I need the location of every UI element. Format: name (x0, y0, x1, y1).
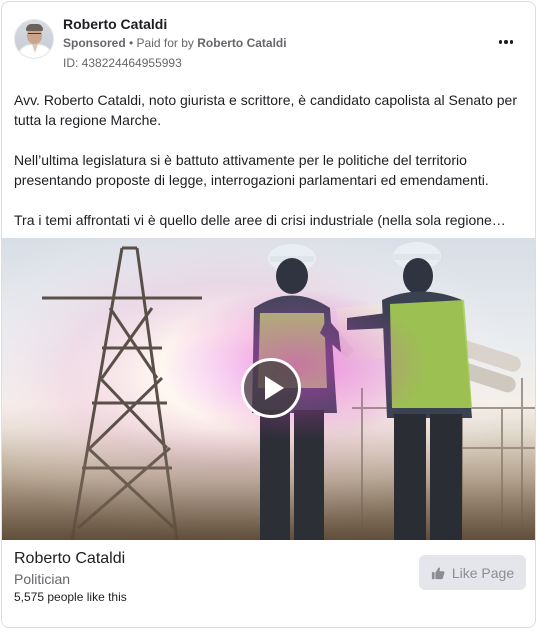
thumbs-up-icon (431, 567, 445, 579)
post-header: Roberto Cataldi Sponsored • Paid for by … (2, 2, 535, 82)
more-dots-icon (498, 40, 503, 44)
ad-id: ID: 438224464955993 (63, 56, 182, 70)
post-paragraph: Nell’ultima legislatura si è battuto att… (14, 152, 489, 188)
play-icon (265, 376, 284, 400)
post-paragraph: Tra i temi affrontati vi è quello delle … (14, 212, 506, 228)
more-options-button[interactable] (493, 32, 519, 52)
page-name[interactable]: Roberto Cataldi (14, 550, 125, 568)
play-button[interactable] (241, 358, 301, 418)
author-avatar[interactable] (14, 19, 54, 59)
paid-for-name: Roberto Cataldi (197, 36, 287, 50)
video-thumbnail[interactable] (2, 238, 535, 540)
page-like-count: 5,575 people like this (14, 590, 127, 604)
post-text: Avv. Roberto Cataldi, noto giurista e sc… (14, 90, 519, 230)
post-paragraph: Avv. Roberto Cataldi, noto giurista e sc… (14, 92, 517, 128)
sponsored-label: Sponsored (63, 36, 126, 50)
page-footer: Roberto Cataldi Politician 5,575 people … (2, 540, 535, 627)
like-page-label: Like Page (451, 564, 515, 581)
sponsored-line: Sponsored • Paid for by Roberto Cataldi (63, 36, 287, 50)
separator: • (125, 36, 137, 50)
author-name[interactable]: Roberto Cataldi (63, 16, 167, 32)
page-category: Politician (14, 571, 71, 587)
like-page-button[interactable]: Like Page (419, 555, 526, 590)
ad-card: Roberto Cataldi Sponsored • Paid for by … (1, 1, 536, 628)
paid-for-prefix: Paid for by (136, 36, 198, 50)
